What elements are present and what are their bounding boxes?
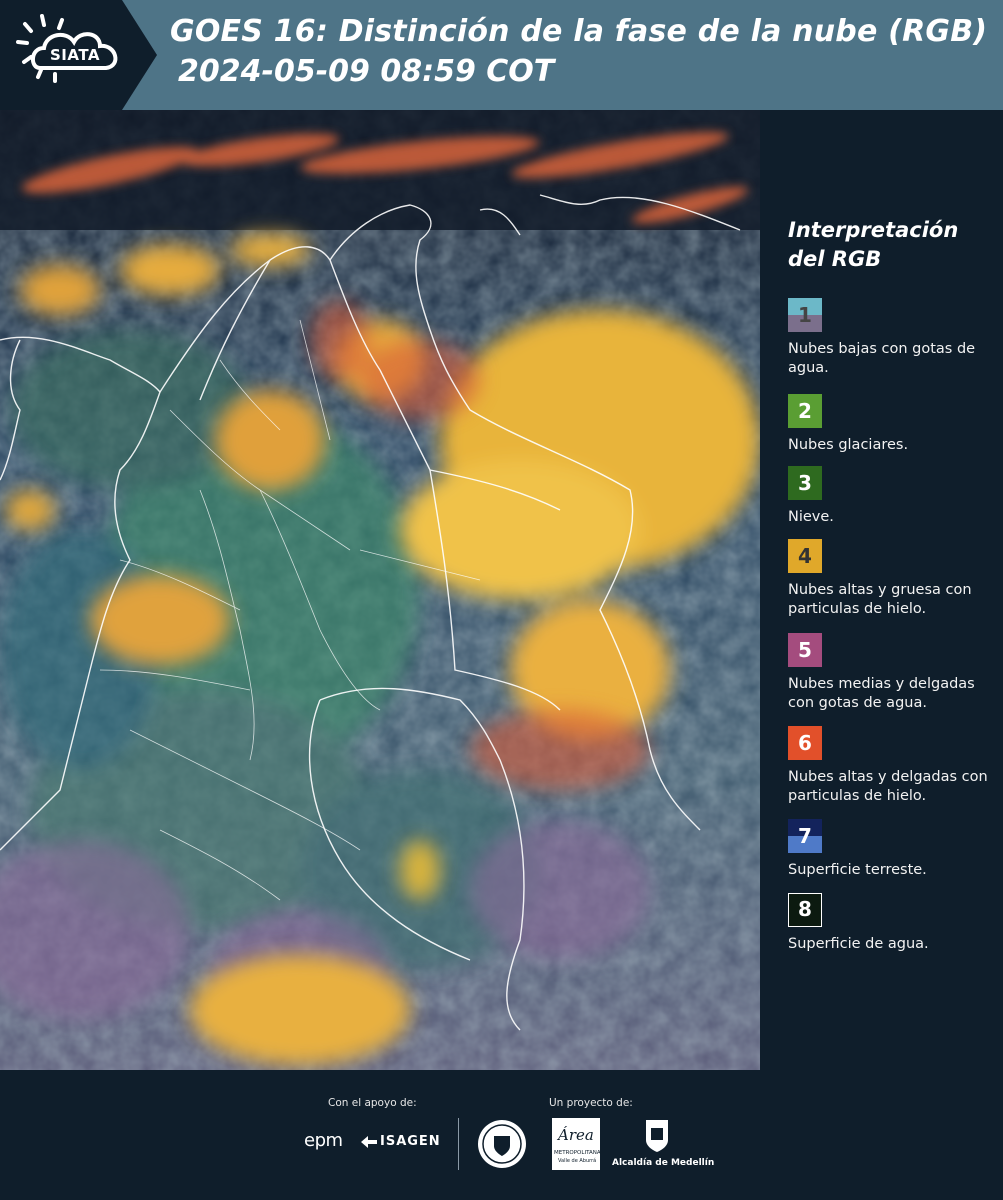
epm-logo: epm [304,1130,343,1151]
legend-item-6: 6 Nubes altas y delgadas con particulas … [788,726,1003,806]
legend-number-5: 5 [798,638,812,662]
legend-number-8: 8 [798,897,812,921]
siata-logo: SIATA [0,0,157,110]
isagen-icon [360,1134,378,1154]
legend-item-5: 5 Nubes medias y delgadas con gotas de a… [788,633,1003,713]
legend-label-4: Nubes altas y gruesa con particulas de h… [788,582,972,617]
legend-item-1: 1 Nubes bajas con gotas de agua. [788,298,1003,378]
satellite-rgb-image [0,110,760,1070]
medellin-shield-icon [644,1118,670,1158]
area-logo-text: Área [558,1126,594,1144]
legend-number-7: 7 [798,824,812,848]
legend-number-2: 2 [798,399,812,423]
project-caption: Un proyecto de: [549,1097,633,1109]
legend-item-3: 3 Nieve. [788,466,1003,527]
satellite-map [0,110,760,1070]
legend-label-6: Nubes altas y delgadas con particulas de… [788,769,988,804]
legend-item-8: 8 Superficie de agua. [788,893,1003,954]
area-metropolitana-logo: Área METROPOLITANA Valle de Aburrá [552,1118,601,1170]
page-timestamp: 2024-05-09 08:59 COT [178,54,555,89]
legend-item-2: 2 Nubes glaciares. [788,394,1003,455]
legend-label-8: Superficie de agua. [788,936,929,952]
legend-label-7: Superficie terreste. [788,862,927,878]
legend-swatch-4: 4 [788,539,822,573]
legend-label-2: Nubes glaciares. [788,437,909,453]
government-seal-icon [476,1118,528,1174]
legend-number-4: 4 [798,544,812,568]
legend-label-1: Nubes bajas con gotas de agua. [788,341,976,376]
legend-swatch-5: 5 [788,633,822,667]
legend-swatch-1: 1 [788,298,822,332]
footer: Con el apoyo de: Un proyecto de: epm ISA… [0,1070,1003,1200]
footer-divider [458,1118,459,1170]
header-banner: SIATA GOES 16: Distinción de la fase de … [0,0,1003,110]
legend-item-7: 7 Superficie terreste. [788,819,1003,880]
page-title: GOES 16: Distinción de la fase de la nub… [170,14,988,49]
area-logo-sub2: Valle de Aburrá [558,1158,597,1164]
legend-swatch-6: 6 [788,726,822,760]
legend-swatch-7: 7 [788,819,822,853]
legend-item-4: 4 Nubes altas y gruesa con particulas de… [788,539,1003,619]
siata-logo-text: SIATA [50,46,101,64]
legend-panel: Interpretación del RGB 1 Nubes bajas con… [768,110,1003,1070]
support-caption: Con el apoyo de: [328,1097,417,1109]
legend-title: Interpretación del RGB [788,218,959,271]
legend-label-3: Nieve. [788,509,834,525]
legend-swatch-8: 8 [788,893,822,927]
isagen-logo: ISAGEN [380,1134,441,1149]
legend-swatch-2: 2 [788,394,822,428]
area-logo-sub1: METROPOLITANA [554,1150,601,1156]
legend-number-1: 1 [798,303,812,327]
alcaldia-medellin-label: Alcaldía de Medellín [612,1158,715,1168]
legend-number-6: 6 [798,731,812,755]
legend-number-3: 3 [798,471,812,495]
legend-swatch-3: 3 [788,466,822,500]
legend-label-5: Nubes medias y delgadas con gotas de agu… [788,676,975,711]
